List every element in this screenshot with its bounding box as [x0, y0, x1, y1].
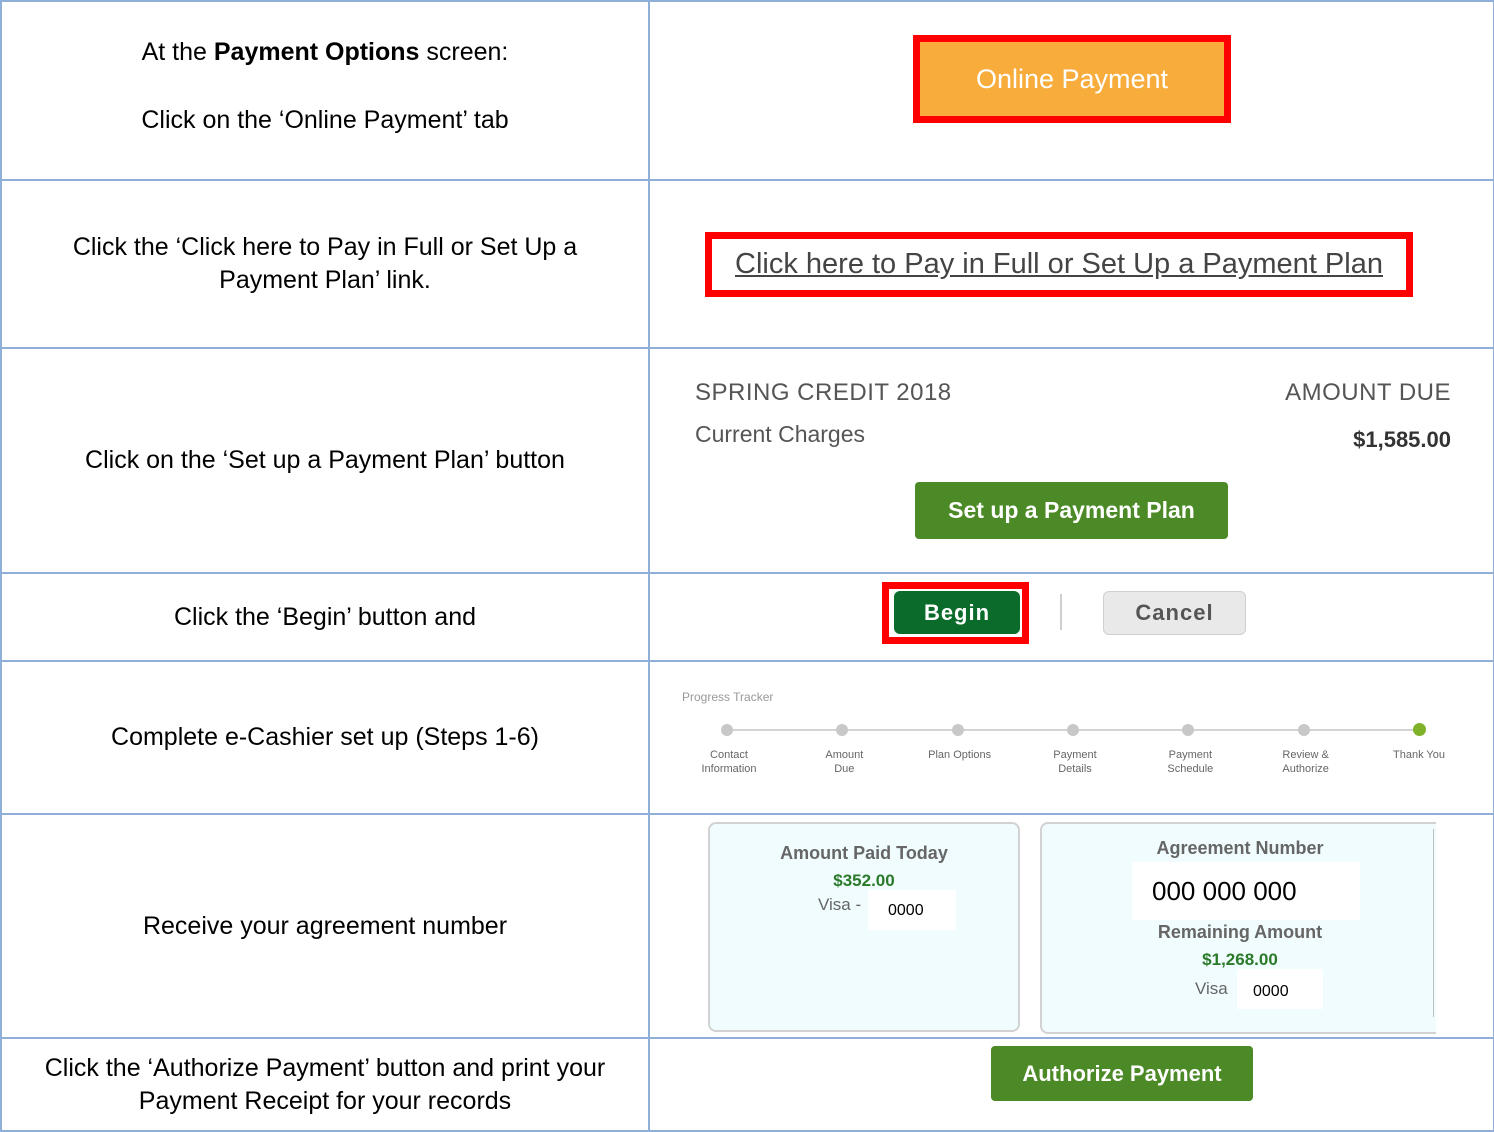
instruction-text: Complete e-Cashier set up (Steps 1-6)	[111, 723, 539, 751]
step-row-agreement: Receive your agreement number Amount Pai…	[0, 813, 1494, 1039]
instruction-text: Receive your agreement number	[142, 911, 508, 940]
highlight-frame	[705, 232, 1413, 297]
progress-step-dot	[1182, 724, 1195, 736]
paid-card-label: Visa -	[818, 895, 862, 914]
progress-step-dot	[1067, 724, 1079, 736]
progress-step-label: Payment Schedule	[1145, 748, 1235, 776]
amount-paid-card: Amount Paid Today $352.00 Visa - 0000	[708, 822, 1020, 1032]
step-label-line1: Amount	[825, 749, 864, 761]
button-divider	[1060, 594, 1062, 630]
step-instruction: Click the ‘Click here to Pay in Full or …	[0, 179, 650, 349]
step-label-line1: Plan Options	[928, 749, 992, 761]
progress-step-dot	[951, 724, 964, 736]
step-label-line1: Thank You	[1393, 749, 1445, 761]
step-visual: Progress Tracker Contact Information Amoun…	[648, 660, 1494, 815]
step-label-line1: Contact	[710, 749, 748, 761]
step-label-line2: Details	[1058, 763, 1092, 775]
setup-payment-plan-button[interactable]: Set up a Payment Plan	[915, 482, 1228, 539]
card-edge	[1433, 829, 1434, 1017]
progress-step-label: Thank You	[1374, 748, 1464, 762]
pay-link-wrapper: Click here to Pay in Full or Set Up a Pa…	[705, 232, 1413, 297]
highlight-frame	[913, 35, 1231, 123]
agreement-card: Agreement Number 000 000 000 Remaining A…	[1040, 822, 1436, 1034]
remaining-amount-label: Remaining Amount	[1157, 922, 1323, 942]
step-instruction: Click the ‘Begin’ button and	[0, 572, 650, 662]
step-visual: Amount Paid Today $352.00 Visa - 0000 Ag…	[648, 813, 1494, 1039]
step-row-authorize: Click the ‘Authorize Payment’ button and…	[0, 1037, 1494, 1132]
step-label-line2: Due	[834, 763, 855, 775]
step-instruction: Receive your agreement number	[0, 813, 650, 1039]
step-label-line2: Information	[701, 763, 757, 775]
step-row-pay-link: Click the ‘Click here to Pay in Full or …	[0, 179, 1494, 349]
step-visual: SPRING CREDIT 2018 AMOUNT DUE Current Ch…	[648, 347, 1494, 574]
progress-step-label: Plan Options	[915, 748, 1005, 762]
step-instruction: At the Payment Options screen: Click on …	[0, 0, 650, 181]
current-charges-value: $1,585.00	[1353, 427, 1451, 452]
progress-step-dot	[1297, 724, 1310, 736]
step-label-line1: Payment	[1053, 749, 1097, 761]
current-charges-label: Current Charges	[695, 421, 866, 447]
progress-tracker-label: Progress Tracker	[682, 690, 774, 704]
step-instruction: Complete e-Cashier set up (Steps 1-6)	[0, 660, 650, 815]
begin-button[interactable]: Begin	[894, 591, 1020, 634]
step-row-progress: Complete e-Cashier set up (Steps 1-6) Pr…	[0, 660, 1494, 815]
agreement-number-value: 000 000 000	[1152, 876, 1297, 906]
instruction-text: Click the ‘Authorize Payment’ button and…	[44, 1053, 606, 1115]
instruction-line2: Click on the ‘Online Payment’ tab	[141, 106, 509, 134]
amount-due-label: AMOUNT DUE	[1285, 379, 1451, 406]
amount-paid-label: Amount Paid Today	[780, 843, 948, 863]
step-instruction: Click on the ‘Set up a Payment Plan’ but…	[0, 347, 650, 574]
step-label-line1: Payment	[1168, 749, 1213, 761]
instruction-text: Click the ‘Click here to Pay in Full or …	[72, 233, 578, 294]
progress-step-label: Review & Authorize	[1261, 748, 1351, 776]
agreement-number-label: Agreement Number	[1156, 838, 1324, 858]
remaining-amount-value: $1,268.00	[1202, 950, 1278, 969]
step-instruction: Click the ‘Authorize Payment’ button and…	[0, 1037, 650, 1132]
progress-step-dot	[1413, 723, 1426, 736]
authorize-payment-button[interactable]: Authorize Payment	[991, 1046, 1253, 1101]
remaining-card-label: Visa	[1195, 979, 1228, 998]
cancel-button[interactable]: Cancel	[1103, 591, 1246, 635]
progress-step-label: Contact Information	[684, 748, 774, 776]
progress-step-label: Payment Details	[1030, 748, 1120, 776]
step-visual: Online Payment	[648, 0, 1494, 181]
instructions-table: At the Payment Options screen: Click on …	[0, 0, 1494, 1132]
redaction-patch: 000 000 000	[1132, 862, 1360, 920]
instruction-prefix: At the	[141, 38, 214, 66]
instruction-text: Click the ‘Begin’ button and	[173, 602, 477, 631]
payment-options-label: Payment Options	[213, 38, 420, 66]
instruction-text: Click on the ‘Set up a Payment Plan’ but…	[85, 446, 565, 474]
instruction-suffix: screen:	[419, 38, 509, 66]
redaction-patch: 0000	[868, 890, 956, 930]
step-row-begin: Click the ‘Begin’ button and Begin Cance…	[0, 572, 1494, 662]
remaining-card-digits: 0000	[1253, 983, 1289, 1000]
step-visual: Click here to Pay in Full or Set Up a Pa…	[648, 179, 1494, 349]
step-row-online-payment: At the Payment Options screen: Click on …	[0, 0, 1494, 181]
online-payment-tab-wrapper: Online Payment	[913, 35, 1231, 123]
progress-step-dot	[721, 724, 733, 736]
progress-step-dot	[836, 724, 849, 736]
progress-step-label: Amount Due	[799, 748, 889, 776]
redaction-patch: 0000	[1237, 969, 1323, 1009]
step-label-line2: Authorize	[1282, 763, 1329, 775]
step-visual: Authorize Payment	[648, 1037, 1494, 1132]
step-label-line1: Review &	[1282, 749, 1329, 761]
step-visual: Begin Cancel	[648, 572, 1494, 662]
term-name: SPRING CREDIT 2018	[695, 379, 952, 406]
step-row-setup-plan: Click on the ‘Set up a Payment Plan’ but…	[0, 347, 1494, 574]
paid-card-digits: 0000	[888, 902, 924, 919]
step-label-line2: Schedule	[1167, 763, 1214, 775]
amount-paid-value: $352.00	[833, 871, 895, 890]
